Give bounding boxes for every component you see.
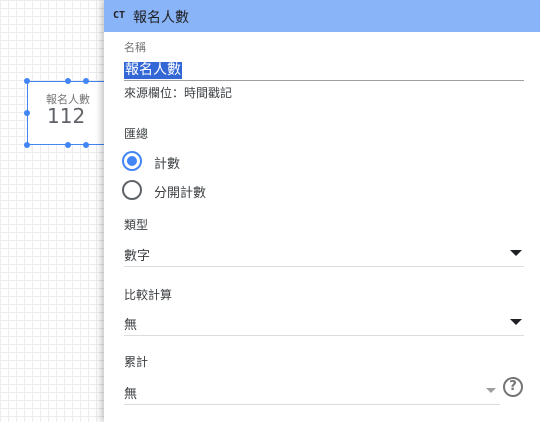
resize-handle-bottom-middle[interactable] xyxy=(65,142,71,148)
type-select[interactable]: 數字 xyxy=(124,239,524,267)
resize-handle-top-middle[interactable] xyxy=(65,78,71,84)
scorecard-chart[interactable]: 報名人數 112 xyxy=(27,81,109,145)
radio-count-distinct-label[interactable]: 分開計數 xyxy=(154,182,206,201)
name-field-label: 名稱 xyxy=(124,41,146,54)
comparison-label: 比較計算 xyxy=(124,288,173,302)
help-circle-icon[interactable]: ? xyxy=(503,377,523,397)
type-select-value: 數字 xyxy=(124,249,151,264)
cumulative-select[interactable]: 無 xyxy=(124,377,500,405)
resize-handle-bottom-right[interactable] xyxy=(83,142,89,148)
panel-header: CT 報名人數 xyxy=(104,0,540,32)
radio-count-distinct[interactable] xyxy=(122,180,142,200)
name-input[interactable]: 報名人數 xyxy=(124,59,524,81)
chevron-down-icon xyxy=(486,388,496,393)
resize-handle-middle-left[interactable] xyxy=(24,110,30,116)
resize-handle-top-right[interactable] xyxy=(83,78,89,84)
radio-count-label[interactable]: 計數 xyxy=(154,153,180,172)
radio-count[interactable] xyxy=(122,151,142,171)
resize-handle-bottom-left[interactable] xyxy=(24,142,30,148)
aggregation-label: 匯總 xyxy=(124,127,149,141)
cumulative-label: 累計 xyxy=(124,355,149,369)
scorecard-value: 112 xyxy=(47,104,86,128)
name-input-value: 報名人數 xyxy=(124,62,182,79)
chevron-down-icon xyxy=(510,250,522,256)
type-label: 類型 xyxy=(124,218,149,232)
source-field-text: 來源欄位：時間戳記 xyxy=(124,86,233,100)
comparison-select-value: 無 xyxy=(124,318,138,333)
chevron-down-icon xyxy=(510,319,522,325)
text-type-icon: CT xyxy=(113,10,126,21)
panel-title: 報名人數 xyxy=(133,10,189,26)
resize-handle-top-left[interactable] xyxy=(24,78,30,84)
field-edit-panel: CT 報名人數 名稱 報名人數 來源欄位：時間戳記 匯總 計數 分開計數 類型 … xyxy=(104,0,540,422)
comparison-select[interactable]: 無 xyxy=(124,308,524,336)
cumulative-select-value: 無 xyxy=(124,387,138,402)
